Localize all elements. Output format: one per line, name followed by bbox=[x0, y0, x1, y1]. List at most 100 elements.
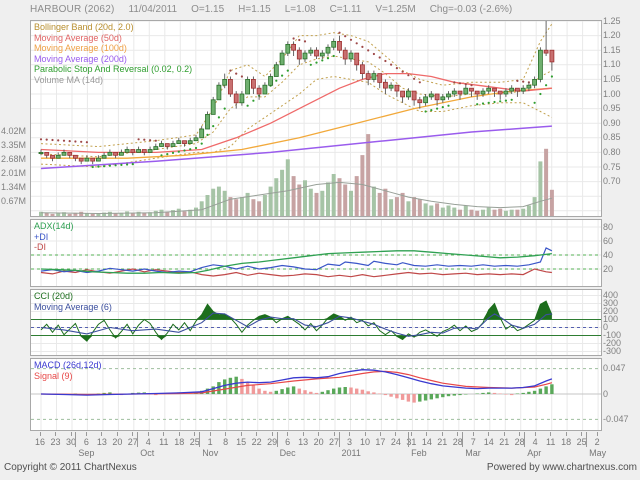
powered-by-link[interactable]: Powered by www.chartnexus.com bbox=[487, 462, 637, 473]
date-tick-label: 29 bbox=[267, 437, 278, 447]
price-tick-label: 0.85 bbox=[603, 132, 621, 143]
quote-header: HARBOUR (2062) 11/04/2011 O=1.15 H=1.15 … bbox=[30, 4, 638, 15]
adx-tick-label: 40 bbox=[603, 249, 614, 260]
volume-tick-label: 4.02M bbox=[0, 126, 26, 137]
price-tick-label: 1.05 bbox=[603, 73, 621, 84]
quote-date: 11/04/2011 bbox=[128, 4, 178, 15]
month-separator bbox=[408, 432, 410, 447]
date-tick-mark bbox=[550, 432, 552, 436]
month-label: Apr bbox=[527, 448, 542, 458]
quote-open: O=1.15 bbox=[191, 4, 225, 15]
macd-canvas[interactable] bbox=[31, 359, 601, 430]
date-tick-label: 18 bbox=[561, 437, 572, 447]
date-tick-label: 24 bbox=[390, 437, 401, 447]
date-tick-label: 11 bbox=[546, 437, 556, 447]
month-label: Dec bbox=[279, 448, 296, 458]
date-tick-mark bbox=[472, 432, 474, 436]
date-tick-mark bbox=[503, 432, 505, 436]
macd-panel: MACD (26d,12d) Signal (9) bbox=[30, 358, 602, 431]
month-label: May bbox=[589, 448, 607, 458]
date-tick-mark bbox=[596, 432, 598, 436]
date-tick-mark bbox=[240, 432, 242, 436]
date-tick-label: 21 bbox=[499, 437, 510, 447]
date-tick-label: 28 bbox=[514, 437, 525, 447]
cci-tick-label: -300 bbox=[603, 346, 622, 356]
macd-tick-label: -0.047 bbox=[603, 413, 629, 424]
adx-axis: 80 60 40 20 bbox=[603, 219, 640, 287]
date-tick-label: 13 bbox=[96, 437, 107, 447]
date-tick-label: 4 bbox=[532, 437, 538, 447]
date-axis: 16 23 30 6 13 20 27 4 11 18 25 1 8 15 22 29 6 13 20 27 3 10 17… bbox=[30, 432, 608, 460]
volume-tick-label: 1.34M bbox=[0, 182, 26, 193]
quote-change: Chg=-0.03 (-2.6%) bbox=[429, 4, 513, 15]
date-tick-mark bbox=[565, 432, 567, 436]
date-tick-mark bbox=[287, 432, 289, 436]
date-tick-mark bbox=[333, 432, 335, 436]
quote-close: C=1.11 bbox=[329, 4, 362, 15]
date-tick-label: 21 bbox=[437, 437, 448, 447]
month-label: Sep bbox=[78, 448, 95, 458]
date-tick-label: 18 bbox=[174, 437, 185, 447]
macd-tick-label: 0.047 bbox=[603, 363, 626, 374]
date-tick-label: 28 bbox=[452, 437, 463, 447]
date-tick-mark bbox=[457, 432, 459, 436]
date-tick-mark bbox=[178, 432, 180, 436]
month-label: Mar bbox=[465, 448, 481, 458]
month-separator bbox=[338, 432, 340, 447]
cci-canvas[interactable] bbox=[31, 290, 601, 355]
price-tick-label: 1.10 bbox=[603, 59, 621, 70]
date-tick-mark bbox=[209, 432, 211, 436]
date-tick-label: 6 bbox=[285, 437, 291, 447]
price-tick-label: 0.95 bbox=[603, 103, 621, 114]
price-tick-label: 0.70 bbox=[603, 176, 621, 187]
month-label: Feb bbox=[411, 448, 427, 458]
date-tick-label: 11 bbox=[159, 437, 169, 447]
date-tick-mark bbox=[70, 432, 72, 436]
date-tick-label: 15 bbox=[236, 437, 247, 447]
volume-tick-label: 2.68M bbox=[0, 154, 26, 165]
price-chart-canvas[interactable] bbox=[31, 21, 601, 216]
quote-volume: V=1.25M bbox=[375, 4, 416, 15]
date-tick-mark bbox=[271, 432, 273, 436]
month-separator bbox=[199, 432, 201, 447]
date-tick-mark bbox=[349, 432, 350, 436]
date-tick-label: 17 bbox=[375, 437, 386, 447]
date-tick-label: 10 bbox=[359, 437, 371, 447]
date-tick-label: 8 bbox=[223, 437, 229, 447]
date-tick-mark bbox=[85, 432, 87, 436]
date-tick-mark bbox=[302, 432, 304, 436]
date-tick-label: 25 bbox=[576, 437, 587, 447]
adx-panel: ADX(14d) +DI -DI bbox=[30, 219, 602, 287]
price-tick-label: 1.20 bbox=[603, 30, 621, 41]
quote-high: H=1.15 bbox=[238, 4, 271, 15]
date-tick-mark bbox=[39, 432, 41, 436]
date-tick-label: 27 bbox=[127, 437, 138, 447]
date-tick-mark bbox=[116, 432, 118, 436]
date-tick-label: 13 bbox=[298, 437, 309, 447]
price-tick-label: 0.75 bbox=[603, 161, 621, 172]
price-tick-label: 1.15 bbox=[603, 44, 621, 55]
adx-canvas[interactable] bbox=[31, 220, 601, 286]
volume-tick-label: 3.35M bbox=[0, 140, 26, 151]
month-separator bbox=[137, 432, 139, 447]
date-tick-mark bbox=[441, 432, 443, 436]
date-tick-mark bbox=[132, 432, 134, 436]
date-tick-label: 20 bbox=[313, 437, 324, 447]
date-tick-mark bbox=[147, 432, 149, 436]
date-tick-label: 14 bbox=[483, 437, 494, 447]
month-label: Oct bbox=[140, 448, 155, 458]
adx-tick-label: 20 bbox=[603, 263, 614, 274]
month-separator bbox=[462, 432, 464, 447]
volume-tick-label: 0.67M bbox=[0, 196, 26, 207]
date-tick-label: 4 bbox=[145, 437, 151, 447]
month-separator bbox=[75, 432, 77, 447]
date-tick-mark bbox=[379, 432, 381, 436]
date-tick-mark bbox=[163, 432, 165, 436]
volume-axis: 4.02M 3.35M 2.68M 2.01M 1.34M 0.67M bbox=[0, 20, 27, 217]
price-tick-label: 0.90 bbox=[603, 117, 621, 128]
date-tick-label: 14 bbox=[421, 437, 432, 447]
date-tick-label: 22 bbox=[251, 437, 262, 447]
date-tick-label: 2 bbox=[594, 437, 600, 447]
date-tick-mark bbox=[488, 432, 490, 436]
date-tick-mark bbox=[426, 432, 428, 436]
